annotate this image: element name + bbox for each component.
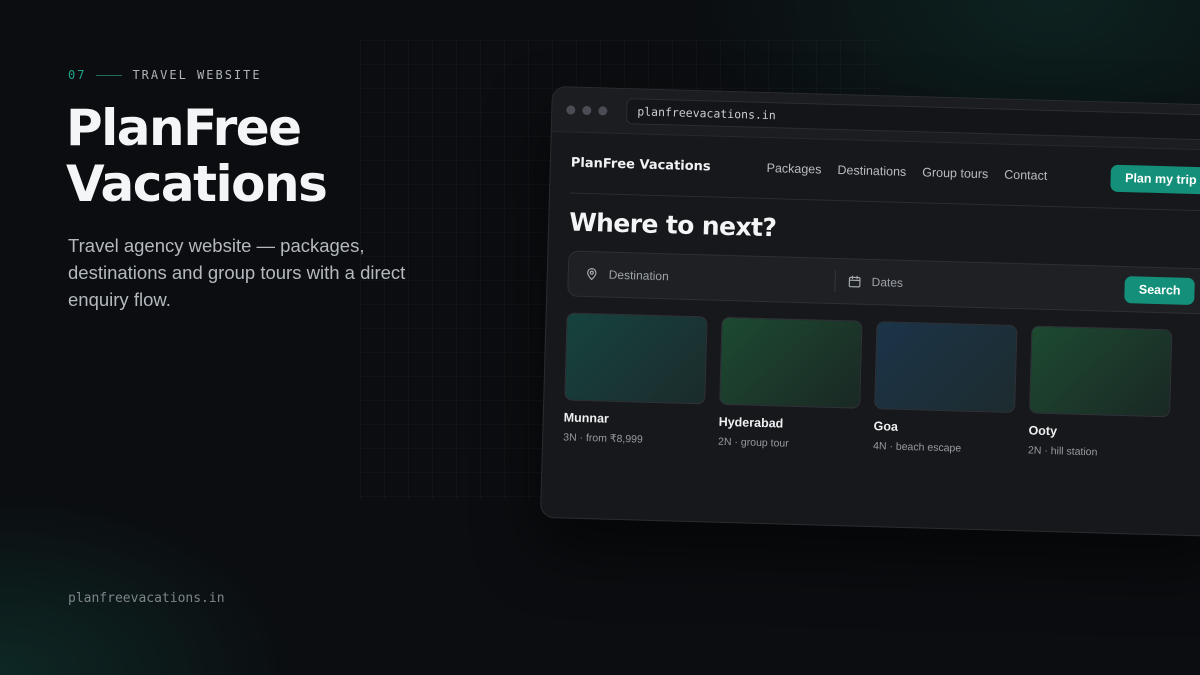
- address-bar[interactable]: planfreevacations.in: [625, 98, 1200, 141]
- nav-group-tours[interactable]: Group tours: [922, 165, 988, 181]
- project-number: 07: [68, 68, 87, 82]
- dates-placeholder: Dates: [871, 275, 904, 290]
- nav-contact[interactable]: Contact: [1004, 168, 1047, 183]
- card-detail: 4N · beach escape: [872, 440, 962, 455]
- eyebrow-divider: [96, 74, 123, 76]
- title-line-2: Vacations: [66, 155, 328, 213]
- card-title: Goa: [873, 419, 899, 434]
- card-title: Ooty: [1028, 423, 1058, 439]
- nav-packages[interactable]: Packages: [766, 161, 821, 177]
- project-description: Travel agency website — packages, destin…: [68, 235, 406, 310]
- destination-card-hyderabad[interactable]: Hyderabad 2N · group tour: [717, 316, 863, 452]
- location-pin-icon: [587, 268, 597, 281]
- calendar-icon: [848, 275, 861, 288]
- hero-title: Where to next?: [568, 207, 777, 243]
- window-dot-maximize: [598, 105, 608, 116]
- destination-card-ooty[interactable]: Ooty 2N · hill station: [1028, 325, 1173, 460]
- window-dot-close: [566, 104, 576, 115]
- destination-placeholder: Destination: [608, 267, 669, 284]
- eyebrow: 07 TRAVEL WEBSITE: [68, 68, 262, 82]
- search-bar: Destination Dates Search: [567, 250, 1200, 315]
- project-title: PlanFree Vacations: [66, 99, 328, 213]
- card-image: [1029, 325, 1173, 418]
- card-title: Hyderabad: [718, 414, 784, 431]
- title-line-1: PlanFree: [66, 99, 302, 157]
- destination-field[interactable]: Destination: [585, 267, 835, 288]
- nav-links: Packages Destinations Group tours Contac…: [766, 161, 1047, 183]
- card-title: Munnar: [563, 410, 610, 426]
- card-image: [564, 312, 708, 405]
- card-detail: 2N · hill station: [1027, 444, 1098, 459]
- project-category: TRAVEL WEBSITE: [132, 68, 262, 82]
- card-detail: 3N · from ₹8,999: [563, 431, 643, 446]
- nav-destinations[interactable]: Destinations: [837, 163, 906, 179]
- browser-mockup: planfreevacations.in PlanFree Vacations …: [539, 86, 1200, 537]
- card-image: [874, 321, 1018, 414]
- destination-cards: Munnar 3N · from ₹8,999 Hyderabad 2N · g…: [563, 312, 1200, 461]
- site-brand[interactable]: PlanFree Vacations: [571, 155, 711, 174]
- window-dot-minimize: [582, 105, 592, 115]
- card-image: [719, 316, 863, 409]
- card-detail: 2N · group tour: [717, 435, 789, 450]
- plan-my-trip-button[interactable]: Plan my trip: [1110, 164, 1200, 194]
- website: PlanFree Vacations Packages Destinations…: [543, 132, 1200, 462]
- destination-card-goa[interactable]: Goa 4N · beach escape: [873, 321, 1018, 456]
- dates-field[interactable]: Dates: [847, 274, 1125, 296]
- search-divider: [834, 269, 836, 292]
- search-button[interactable]: Search: [1124, 275, 1195, 305]
- destination-card-munnar[interactable]: Munnar 3N · from ₹8,999: [563, 312, 708, 447]
- footer-url: planfreevacations.in: [68, 591, 225, 606]
